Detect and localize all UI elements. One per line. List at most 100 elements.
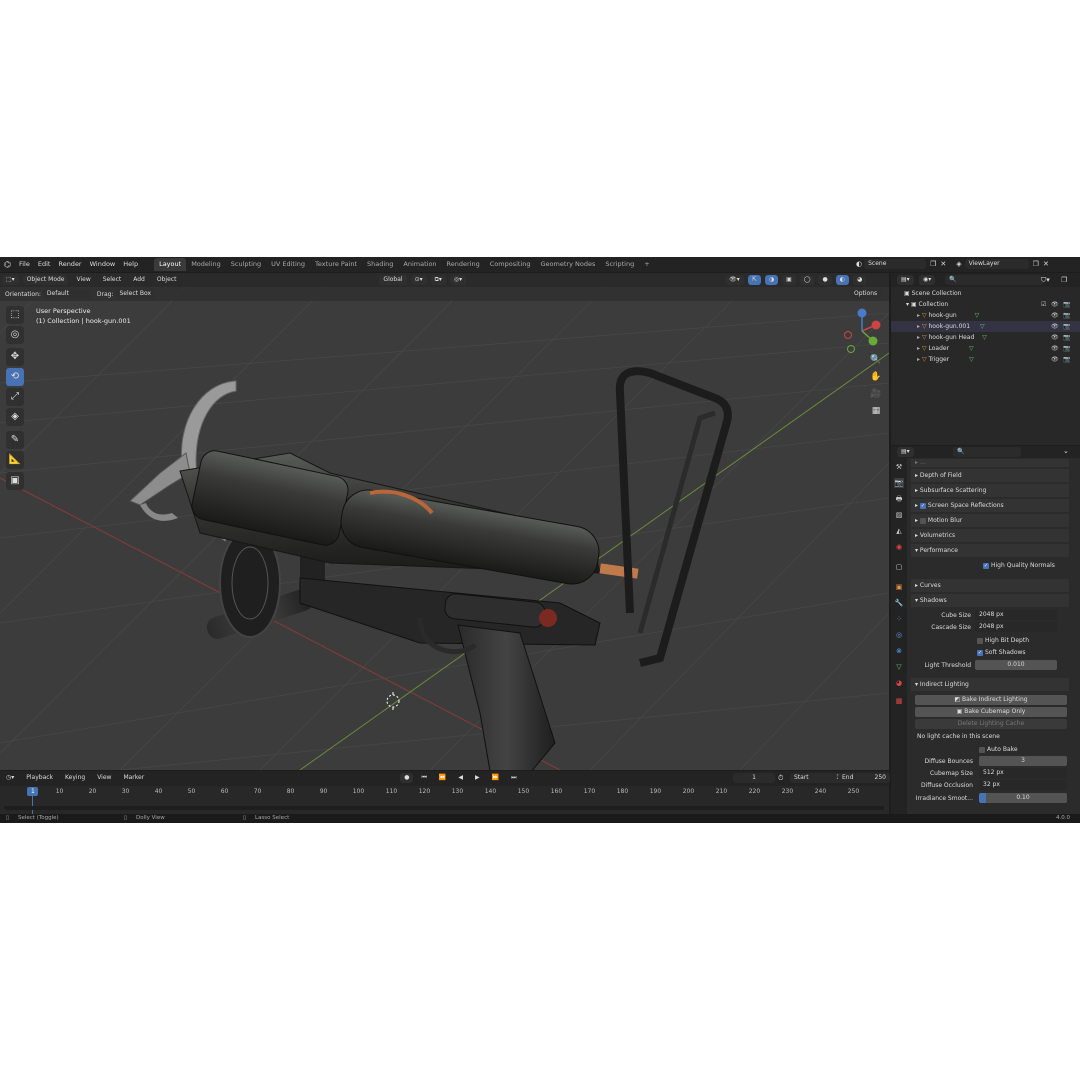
properties-editor-type-icon[interactable]: ▤▾ [897, 447, 914, 457]
outliner-search-input[interactable]: 🔍 [945, 275, 1043, 285]
playback-menu[interactable]: Playback [22, 773, 57, 783]
expand-arrow-icon[interactable]: ▾ [906, 301, 909, 308]
visibility-eye-icon[interactable]: 👁 [1051, 354, 1059, 365]
view-layer-field[interactable]: ViewLayer [964, 259, 1029, 269]
tab-compositing[interactable]: Compositing [485, 258, 536, 271]
camera-view-icon[interactable]: 🎥 [868, 386, 884, 402]
mode-dropdown[interactable]: Object Mode [22, 275, 69, 285]
visibility-eye-icon[interactable]: 👁 [1051, 332, 1059, 343]
transform-orientation-dropdown[interactable]: Global [379, 275, 407, 285]
add-workspace-button[interactable]: + [639, 258, 654, 271]
move-tool-icon[interactable]: ✥ [6, 348, 24, 366]
expand-arrow-icon[interactable]: ▸ [917, 356, 920, 363]
auto-bake-checkbox[interactable] [979, 746, 985, 753]
pivot-icon[interactable]: ⊙▾ [410, 275, 427, 285]
visibility-eye-icon[interactable]: 👁 [1051, 299, 1059, 310]
measure-tool-icon[interactable]: 📐 [6, 451, 24, 469]
scene-tab-icon[interactable]: ◭ [894, 526, 904, 536]
irradiance-smoothing-slider[interactable]: 0.10 [979, 793, 1067, 803]
scene-collection-row[interactable]: ▣ Scene Collection [891, 288, 1080, 299]
performance-panel[interactable]: ▾ Performance [911, 544, 1069, 557]
cascade-size-dropdown[interactable]: 2048 px [975, 622, 1057, 632]
high-quality-normals-row[interactable]: ✓ High Quality Normals [911, 560, 1069, 571]
properties-search-input[interactable]: 🔍 [953, 447, 1021, 457]
physics-tab-icon[interactable]: ◎ [894, 630, 904, 640]
visibility-icon[interactable]: 👁▾ [725, 275, 744, 285]
scene-icon[interactable]: ◐ [856, 260, 862, 268]
menu-window[interactable]: Window [86, 257, 120, 272]
cursor-tool-icon[interactable]: ◎ [6, 326, 24, 344]
render-camera-icon[interactable]: 📷 [1063, 299, 1070, 310]
render-tab-icon[interactable]: 📷 [894, 478, 904, 488]
exclude-checkbox-icon[interactable]: ☑ [1041, 299, 1046, 310]
gizmo-toggle-icon[interactable]: ⇱ [747, 275, 761, 285]
tab-texture-paint[interactable]: Texture Paint [310, 258, 362, 271]
expand-arrow-icon[interactable]: ▸ [917, 323, 920, 330]
collection-row[interactable]: ▾ ▣ Collection ☑ 👁 📷 [891, 299, 1080, 310]
timeline-area[interactable]: 1 10 20 30 40 50 60 70 80 90 100 110 120 130 140 150 160… [0, 786, 889, 814]
scale-tool-icon[interactable]: ⤢ [6, 388, 24, 406]
new-collection-icon[interactable]: ❐ [1061, 276, 1067, 284]
outliner-item-hook-gun-head[interactable]: ▸ ▽ hook-gun Head ▽ 👁 📷 [891, 332, 1080, 343]
scene-field[interactable]: Scene [864, 259, 927, 269]
visibility-eye-icon[interactable]: 👁 [1051, 321, 1059, 332]
snap-icon[interactable]: ⧉▾ [430, 275, 446, 285]
add-cube-tool-icon[interactable]: ▣ [6, 472, 24, 490]
timeline-scrollbar[interactable] [4, 806, 884, 810]
keying-menu[interactable]: Keying [61, 773, 89, 783]
overlay-toggle-icon[interactable]: ◑ [764, 275, 779, 285]
view-layer-tab-icon[interactable]: ▨ [894, 510, 904, 520]
constraints-tab-icon[interactable]: ⊗ [894, 646, 904, 656]
world-tab-icon[interactable]: ◉ [894, 542, 904, 552]
next-keyframe-icon[interactable]: ⏩ [488, 773, 503, 783]
record-icon[interactable]: ● [400, 773, 414, 783]
jump-start-icon[interactable]: ⏮ [417, 773, 430, 783]
pan-hand-icon[interactable]: ✋ [868, 369, 884, 385]
collection-tab-icon[interactable]: ▢ [894, 562, 904, 572]
render-camera-icon[interactable]: 📷 [1063, 343, 1070, 354]
ortho-grid-icon[interactable]: ▦ [868, 403, 884, 419]
tab-uv-editing[interactable]: UV Editing [266, 258, 310, 271]
editor-type-icon[interactable]: ⬚▾ [2, 275, 19, 285]
subsurface-scattering-panel[interactable]: ▸ Subsurface Scattering [911, 484, 1069, 497]
blender-logo-icon[interactable]: ⌬ [0, 257, 15, 272]
high-bit-depth-row[interactable]: High Bit Depth [911, 635, 1069, 646]
cubemap-size-dropdown[interactable]: 512 px [979, 768, 1067, 778]
properties-options-icon[interactable]: ⌄ [1063, 447, 1069, 455]
tab-rendering[interactable]: Rendering [442, 258, 485, 271]
view-menu[interactable]: View [93, 773, 115, 783]
annotate-tool-icon[interactable]: ✎ [6, 431, 24, 449]
start-frame-field[interactable]: Start1 [790, 773, 844, 783]
curves-panel[interactable]: ▸ Curves [911, 579, 1069, 592]
render-camera-icon[interactable]: 📷 [1063, 310, 1070, 321]
mesh-data-tab-icon[interactable]: ▽ [894, 662, 904, 672]
timeline-editor-type-icon[interactable]: ◷▾ [2, 773, 18, 783]
hook-gun-model[interactable] [129, 367, 732, 770]
rotate-tool-icon[interactable]: ⟲ [6, 368, 24, 386]
bake-indirect-button[interactable]: ◩ Bake Indirect Lighting [915, 695, 1067, 705]
delete-lighting-cache-button[interactable]: Delete Lighting Cache [915, 719, 1067, 729]
rendered-shading-icon[interactable]: ◕ [852, 275, 867, 285]
indirect-lighting-panel[interactable]: ▾ Indirect Lighting [911, 678, 1069, 691]
menu-help[interactable]: Help [119, 257, 142, 272]
screen-space-reflections-panel[interactable]: ▸ ✓ Screen Space Reflections [911, 499, 1069, 512]
menu-view[interactable]: View [72, 275, 94, 285]
3d-viewport[interactable]: ⬚▾ Object Mode View Select Add Object Gl… [0, 273, 889, 770]
soft-shadows-checkbox[interactable]: ✓ [977, 649, 983, 656]
material-tab-icon[interactable]: ◕ [894, 678, 904, 688]
high-quality-normals-checkbox[interactable]: ✓ [983, 562, 989, 569]
visibility-eye-icon[interactable]: 👁 [1051, 343, 1059, 354]
tab-scripting[interactable]: Scripting [600, 258, 639, 271]
display-mode-icon[interactable]: ◉▾ [919, 275, 936, 285]
auto-bake-row[interactable]: Auto Bake [911, 744, 1069, 755]
menu-object[interactable]: Object [153, 275, 181, 285]
xray-icon[interactable]: ▣ [782, 275, 796, 285]
material-shading-icon[interactable]: ◐ [835, 275, 849, 285]
soft-shadows-row[interactable]: ✓ Soft Shadows [911, 647, 1069, 658]
object-tab-icon[interactable]: ▣ [894, 582, 904, 592]
delete-view-layer-icon[interactable]: ✕ [1043, 260, 1049, 268]
render-camera-icon[interactable]: 📷 [1063, 354, 1070, 365]
navigation-gizmo[interactable] [844, 308, 881, 353]
marker-menu[interactable]: Marker [119, 773, 148, 783]
motion-blur-checkbox[interactable] [919, 517, 926, 524]
